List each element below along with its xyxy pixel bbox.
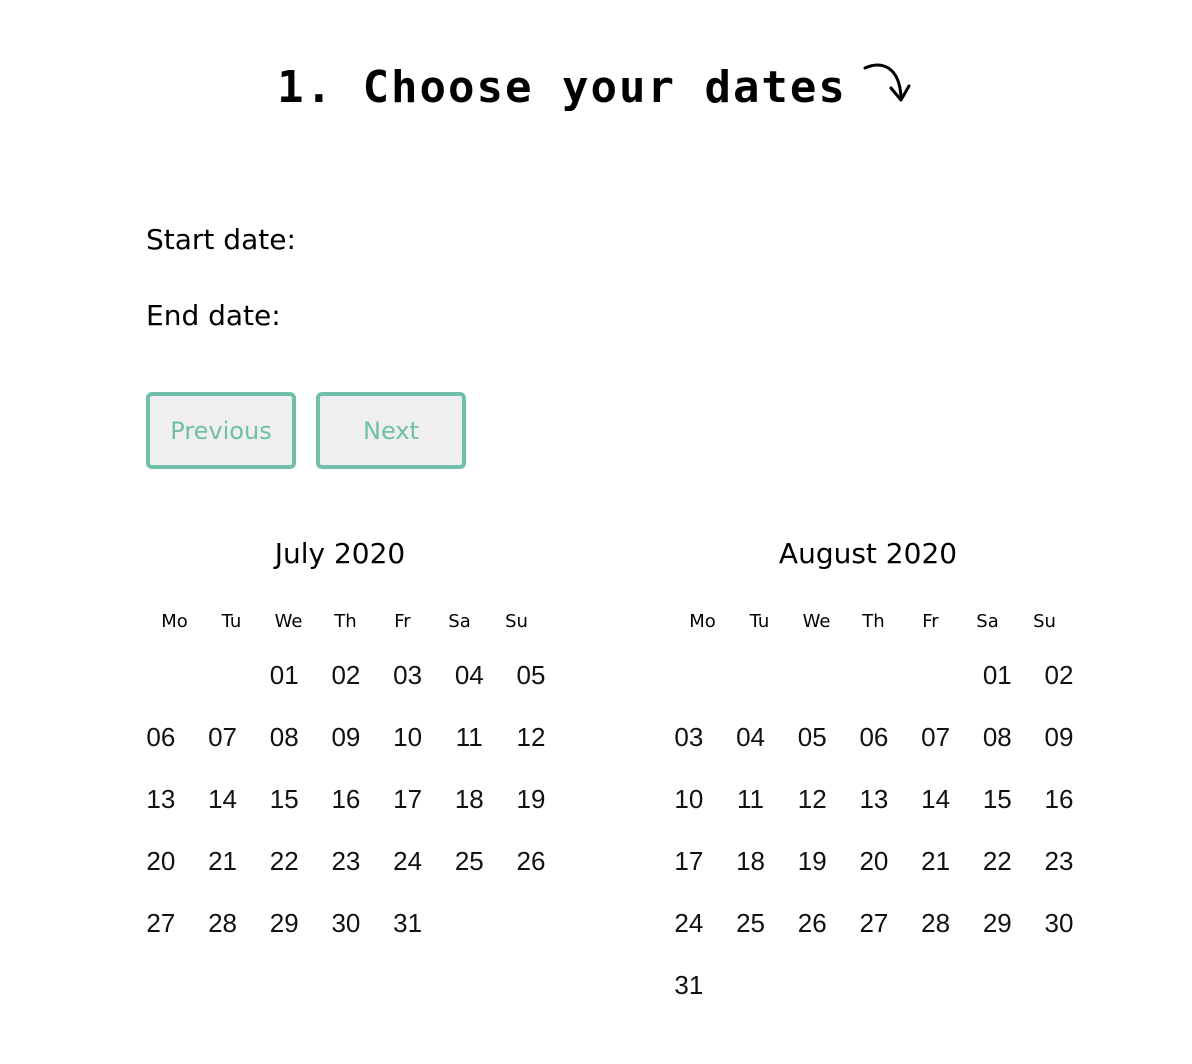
weekday-label: Su — [1033, 611, 1056, 632]
day-cell[interactable]: 25 — [720, 892, 782, 954]
day-cell[interactable]: 03 — [658, 706, 720, 768]
day-cell[interactable]: 20 — [843, 830, 905, 892]
day-cell[interactable]: 01 — [966, 644, 1028, 706]
day-cell[interactable]: 19 — [500, 768, 562, 830]
end-date-label: End date: — [146, 299, 281, 332]
day-cell[interactable]: 09 — [315, 706, 377, 768]
start-date-label: Start date: — [146, 223, 296, 256]
day-cell[interactable]: 04 — [720, 706, 782, 768]
curved-arrow-icon — [861, 58, 915, 110]
empty-day-cell — [781, 644, 843, 706]
day-cell[interactable]: 26 — [500, 830, 562, 892]
day-cell[interactable]: 13 — [843, 768, 905, 830]
day-cell[interactable]: 14 — [192, 768, 254, 830]
day-cell[interactable]: 12 — [781, 768, 843, 830]
weekday-label: Fr — [394, 611, 411, 632]
day-cell[interactable]: 23 — [1028, 830, 1090, 892]
weekday-label: Mo — [161, 611, 188, 632]
empty-day-cell — [843, 644, 905, 706]
days-grid: 01 02 03 04 05 06 07 08 09 10 11 12 13 14 15 16 17 18 19 20… — [658, 644, 1078, 1016]
day-cell[interactable]: 20 — [130, 830, 192, 892]
day-cell[interactable]: 04 — [438, 644, 500, 706]
weekday-header: Mo Tu We Th Fr Sa Su — [674, 602, 1078, 642]
day-cell[interactable]: 03 — [377, 644, 439, 706]
day-cell[interactable]: 08 — [966, 706, 1028, 768]
day-cell[interactable]: 01 — [253, 644, 315, 706]
day-cell[interactable]: 30 — [315, 892, 377, 954]
day-cell[interactable]: 22 — [253, 830, 315, 892]
empty-day-cell — [905, 644, 967, 706]
days-grid: 01 02 03 04 05 06 07 08 09 10 11 12 13 14 15 16 17 18 19 20… — [130, 644, 550, 954]
day-cell[interactable]: 18 — [438, 768, 500, 830]
empty-day-cell — [130, 644, 192, 706]
day-cell[interactable]: 27 — [843, 892, 905, 954]
day-cell[interactable]: 25 — [438, 830, 500, 892]
weekday-label: Sa — [448, 611, 471, 632]
day-cell[interactable]: 24 — [377, 830, 439, 892]
weekday-label: Th — [862, 611, 885, 632]
day-cell[interactable]: 02 — [315, 644, 377, 706]
day-cell[interactable]: 28 — [905, 892, 967, 954]
day-cell[interactable]: 02 — [1028, 644, 1090, 706]
day-cell[interactable]: 28 — [192, 892, 254, 954]
weekday-header: Mo Tu We Th Fr Sa Su — [146, 602, 550, 642]
day-cell[interactable]: 22 — [966, 830, 1028, 892]
day-cell[interactable]: 07 — [905, 706, 967, 768]
page-title-text: 1. Choose your dates — [277, 62, 847, 113]
day-cell[interactable]: 30 — [1028, 892, 1090, 954]
day-cell[interactable]: 13 — [130, 768, 192, 830]
day-cell[interactable]: 06 — [130, 706, 192, 768]
previous-button[interactable]: Previous — [146, 392, 296, 469]
weekday-label: Tu — [749, 611, 770, 632]
day-cell[interactable]: 07 — [192, 706, 254, 768]
weekday-label: Fr — [922, 611, 939, 632]
day-cell[interactable]: 16 — [1028, 768, 1090, 830]
weekday-label: We — [802, 611, 831, 632]
day-cell[interactable]: 05 — [500, 644, 562, 706]
day-cell[interactable]: 21 — [192, 830, 254, 892]
day-cell[interactable]: 08 — [253, 706, 315, 768]
day-cell[interactable]: 29 — [253, 892, 315, 954]
day-cell[interactable]: 12 — [500, 706, 562, 768]
weekday-label: Sa — [976, 611, 999, 632]
day-cell[interactable]: 15 — [966, 768, 1028, 830]
day-cell[interactable]: 05 — [781, 706, 843, 768]
empty-day-cell — [720, 644, 782, 706]
calendar-july: July 2020 Mo Tu We Th Fr Sa Su 01 02 03 04 0… — [130, 530, 550, 954]
empty-day-cell — [658, 644, 720, 706]
calendar-august: August 2020 Mo Tu We Th Fr Sa Su 01 02 03 0… — [658, 530, 1078, 1016]
day-cell[interactable]: 09 — [1028, 706, 1090, 768]
day-cell[interactable]: 18 — [720, 830, 782, 892]
weekday-label: Mo — [689, 611, 716, 632]
day-cell[interactable]: 17 — [658, 830, 720, 892]
day-cell[interactable]: 24 — [658, 892, 720, 954]
day-cell[interactable]: 19 — [781, 830, 843, 892]
empty-day-cell — [192, 644, 254, 706]
day-cell[interactable]: 16 — [315, 768, 377, 830]
day-cell[interactable]: 14 — [905, 768, 967, 830]
next-button[interactable]: Next — [316, 392, 466, 469]
weekday-label: Tu — [221, 611, 242, 632]
day-cell[interactable]: 27 — [130, 892, 192, 954]
day-cell[interactable]: 11 — [720, 768, 782, 830]
day-cell[interactable]: 15 — [253, 768, 315, 830]
day-cell[interactable]: 29 — [966, 892, 1028, 954]
month-title: July 2020 — [274, 537, 406, 570]
day-cell[interactable]: 11 — [438, 706, 500, 768]
day-cell[interactable]: 17 — [377, 768, 439, 830]
day-cell[interactable]: 23 — [315, 830, 377, 892]
weekday-label: We — [274, 611, 303, 632]
day-cell[interactable]: 06 — [843, 706, 905, 768]
day-cell[interactable]: 31 — [377, 892, 439, 954]
weekday-label: Th — [334, 611, 357, 632]
day-cell[interactable]: 31 — [658, 954, 720, 1016]
day-cell[interactable]: 26 — [781, 892, 843, 954]
day-cell[interactable]: 10 — [658, 768, 720, 830]
day-cell[interactable]: 21 — [905, 830, 967, 892]
page-title: 1. Choose your dates — [0, 58, 1192, 118]
day-cell[interactable]: 10 — [377, 706, 439, 768]
month-title: August 2020 — [778, 537, 958, 570]
weekday-label: Su — [505, 611, 528, 632]
